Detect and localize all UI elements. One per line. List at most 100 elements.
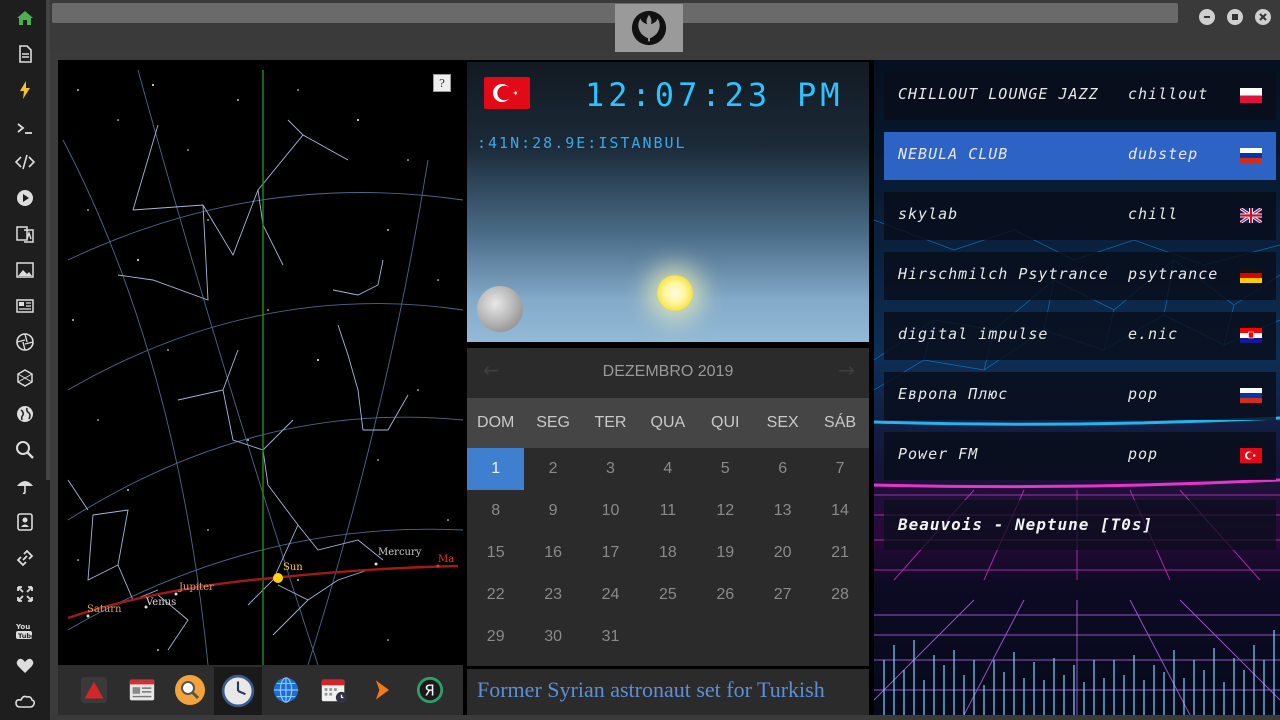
code-icon[interactable] <box>13 150 37 174</box>
play-app-icon[interactable] <box>364 672 400 708</box>
calendar-day[interactable]: 26 <box>697 574 754 616</box>
calendar-day[interactable]: 11 <box>639 490 696 532</box>
news-headline[interactable]: Former Syrian astronaut set for Turkish <box>477 677 825 703</box>
calendar-day[interactable]: 19 <box>697 532 754 574</box>
maximize-button[interactable] <box>1227 9 1243 25</box>
calendar-day[interactable]: 25 <box>639 574 696 616</box>
calendar-day[interactable]: 20 <box>754 532 811 574</box>
globe-app-icon[interactable] <box>268 672 304 708</box>
hexagon-icon[interactable] <box>13 366 37 390</box>
calendar-header: ← DEZEMBRO 2019 → <box>467 348 869 396</box>
news-icon[interactable] <box>13 294 37 318</box>
calendar-day[interactable]: 8 <box>467 490 524 532</box>
calendar-day[interactable]: 2 <box>524 448 581 490</box>
calendar-day[interactable]: 9 <box>524 490 581 532</box>
calendar-day[interactable]: 7 <box>811 448 868 490</box>
close-button[interactable] <box>1255 9 1271 25</box>
play-icon[interactable] <box>13 186 37 210</box>
planet-label-venus: Venus <box>145 597 176 608</box>
calendar-day[interactable]: 30 <box>524 616 581 658</box>
bolt-icon[interactable] <box>13 78 37 102</box>
heart-icon[interactable] <box>13 654 37 678</box>
search-icon[interactable] <box>13 438 37 462</box>
globe-icon[interactable] <box>13 402 37 426</box>
sidebar-scrollbar[interactable] <box>46 0 50 480</box>
radio-station-row[interactable]: skylab chill <box>884 192 1276 240</box>
terminal-icon[interactable] <box>13 116 37 140</box>
calendar-day[interactable]: 4 <box>639 448 696 490</box>
youtube-icon[interactable]: You Tube <box>13 618 37 642</box>
calendar-day[interactable]: 18 <box>639 532 696 574</box>
weekday-label: QUI <box>711 414 740 431</box>
calendar-day[interactable]: 23 <box>524 574 581 616</box>
station-name: skylab <box>898 205 959 223</box>
calendar-day[interactable]: 27 <box>754 574 811 616</box>
calendar-app-icon[interactable] <box>316 672 352 708</box>
calendar-day[interactable]: 13 <box>754 490 811 532</box>
calendar-day[interactable]: 21 <box>811 532 868 574</box>
fullscreen-icon[interactable] <box>13 582 37 606</box>
calendar-day[interactable]: 28 <box>811 574 868 616</box>
calendar-week-row: 22 23 24 25 26 27 28 <box>467 574 869 616</box>
radio-station-row[interactable]: Power FM pop <box>884 432 1276 480</box>
star-chart: Saturn Venus Jupiter Sun Mercury Ma <box>62 69 463 665</box>
rebel-logo-tab[interactable] <box>615 4 683 52</box>
calendar-weekday-row: DOM SEG TER QUA QUI SEX SÁB <box>467 398 869 448</box>
radio-station-row[interactable]: Hirschmilch Psytrance psytrance <box>884 252 1276 300</box>
cloud-icon[interactable] <box>13 690 37 714</box>
link-icon[interactable] <box>13 546 37 570</box>
calendar-day[interactable]: 17 <box>582 532 639 574</box>
calendar-day[interactable]: 24 <box>582 574 639 616</box>
weekday-label: TER <box>594 414 627 431</box>
radio-station-row[interactable]: Европа Плюс pop <box>884 372 1276 420</box>
russia-flag-icon <box>1240 148 1262 163</box>
calendar-day[interactable]: 3 <box>582 448 639 490</box>
svg-text:Я: Я <box>424 682 434 700</box>
svg-text:Tube: Tube <box>18 632 35 640</box>
calendar-day[interactable]: 5 <box>697 448 754 490</box>
document-icon[interactable] <box>13 42 37 66</box>
radio-station-row[interactable]: digital impulse e.nic <box>884 312 1276 360</box>
image-icon[interactable] <box>13 258 37 282</box>
planet-label-sun: Sun <box>283 562 303 573</box>
news-app-icon[interactable] <box>124 672 160 708</box>
uk-flag-icon <box>1240 208 1262 223</box>
calendar-day[interactable]: 29 <box>467 616 524 658</box>
pdf-app-icon[interactable] <box>76 672 112 708</box>
moon-icon <box>477 286 523 332</box>
calendar-day[interactable]: 12 <box>697 490 754 532</box>
calendar-day[interactable]: 6 <box>754 448 811 490</box>
svg-text:You: You <box>15 623 30 631</box>
radio-station-row[interactable]: CHILLOUT LOUNGE JAZZ chillout <box>884 72 1276 120</box>
contacts-icon[interactable] <box>13 510 37 534</box>
now-playing-bar[interactable]: Beauvois - Neptune [T0s] <box>884 500 1276 550</box>
station-name: Power FM <box>898 445 979 463</box>
calendar-day <box>639 616 696 658</box>
radio-station-row-active[interactable]: NEBULA CLUB dubstep <box>884 132 1276 180</box>
umbrella-icon[interactable] <box>13 474 37 498</box>
dashboard-content: Saturn Venus Jupiter Sun Mercury Ma ? Я … <box>58 60 1280 715</box>
calendar-day[interactable]: 16 <box>524 532 581 574</box>
calendar-day <box>697 616 754 658</box>
clock-app-icon[interactable] <box>214 667 262 715</box>
calendar-day[interactable]: 10 <box>582 490 639 532</box>
calendar-day[interactable]: 15 <box>467 532 524 574</box>
calendar-day[interactable]: 14 <box>811 490 868 532</box>
station-genre: pop <box>1128 445 1159 463</box>
calendar-next-button[interactable]: → <box>838 358 855 382</box>
weekday-label: SÁB <box>824 414 857 431</box>
news-ticker[interactable]: Former Syrian astronaut set for Turkish <box>467 669 869 715</box>
turkey-flag-icon[interactable] <box>484 77 530 109</box>
help-button[interactable]: ? <box>433 74 451 92</box>
yandex-app-icon[interactable]: Я <box>412 672 448 708</box>
minimize-button[interactable] <box>1199 9 1215 25</box>
home-icon[interactable] <box>13 6 37 30</box>
sky-map[interactable]: Saturn Venus Jupiter Sun Mercury Ma ? <box>58 60 463 665</box>
calendar-week-row: 15 16 17 18 19 20 21 <box>467 532 869 574</box>
aperture-icon[interactable] <box>13 330 37 354</box>
translate-icon[interactable] <box>13 222 37 246</box>
calendar-day[interactable]: 22 <box>467 574 524 616</box>
calendar-day[interactable]: 31 <box>582 616 639 658</box>
search-app-icon[interactable] <box>172 672 208 708</box>
calendar-day-selected[interactable]: 1 <box>467 448 525 490</box>
